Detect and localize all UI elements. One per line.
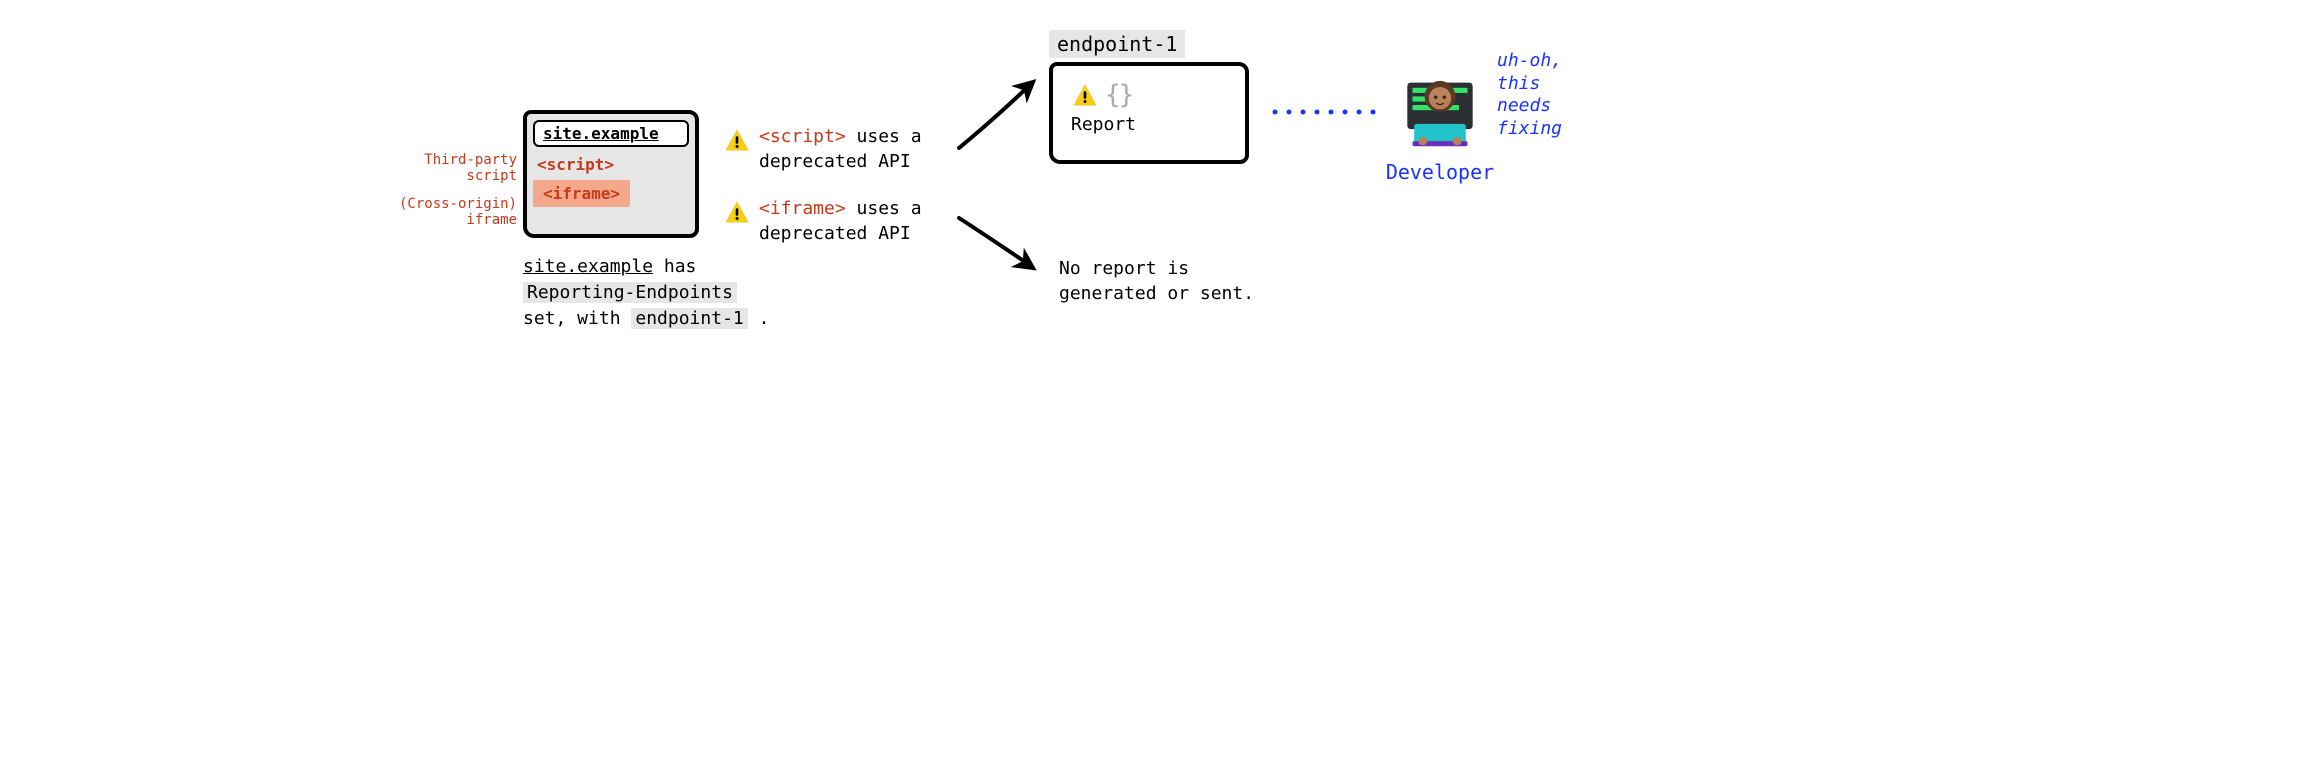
no-report-text: No report is generated or sent.	[1059, 256, 1289, 306]
warning-icon	[723, 128, 751, 152]
annotation-cross-origin-iframe: (Cross-origin) iframe	[391, 196, 517, 228]
developer-thought: uh-oh, this needs fixing	[1497, 50, 1617, 140]
curly-brace-icon: {}	[1105, 80, 1132, 110]
developer-icon	[1397, 62, 1483, 148]
warning-icon	[1071, 83, 1099, 107]
warning-icon	[723, 200, 751, 224]
browser-iframe-tag: <iframe>	[533, 180, 630, 207]
arrow-to-endpoint	[953, 70, 1043, 160]
report-text: Report	[1071, 114, 1227, 135]
annotation-third-party-script: Third-party script	[397, 152, 517, 184]
browser-mock: site.example <script> <iframe>	[523, 110, 699, 238]
endpoint-label: endpoint-1	[1049, 30, 1185, 58]
browser-caption: site.example has Reporting-Endpoints set…	[523, 254, 783, 332]
message-iframe-deprecated: <iframe> uses a deprecated API	[759, 196, 959, 246]
developer-illustration	[1397, 62, 1483, 152]
dotted-connector	[1271, 104, 1391, 120]
endpoint-box: {} Report	[1049, 62, 1249, 164]
developer-label: Developer	[1375, 160, 1505, 184]
browser-script-tag: <script>	[533, 153, 689, 176]
browser-url-bar: site.example	[533, 120, 689, 147]
message-script-deprecated: <script> uses a deprecated API	[759, 124, 959, 174]
arrow-to-no-report	[953, 210, 1043, 280]
